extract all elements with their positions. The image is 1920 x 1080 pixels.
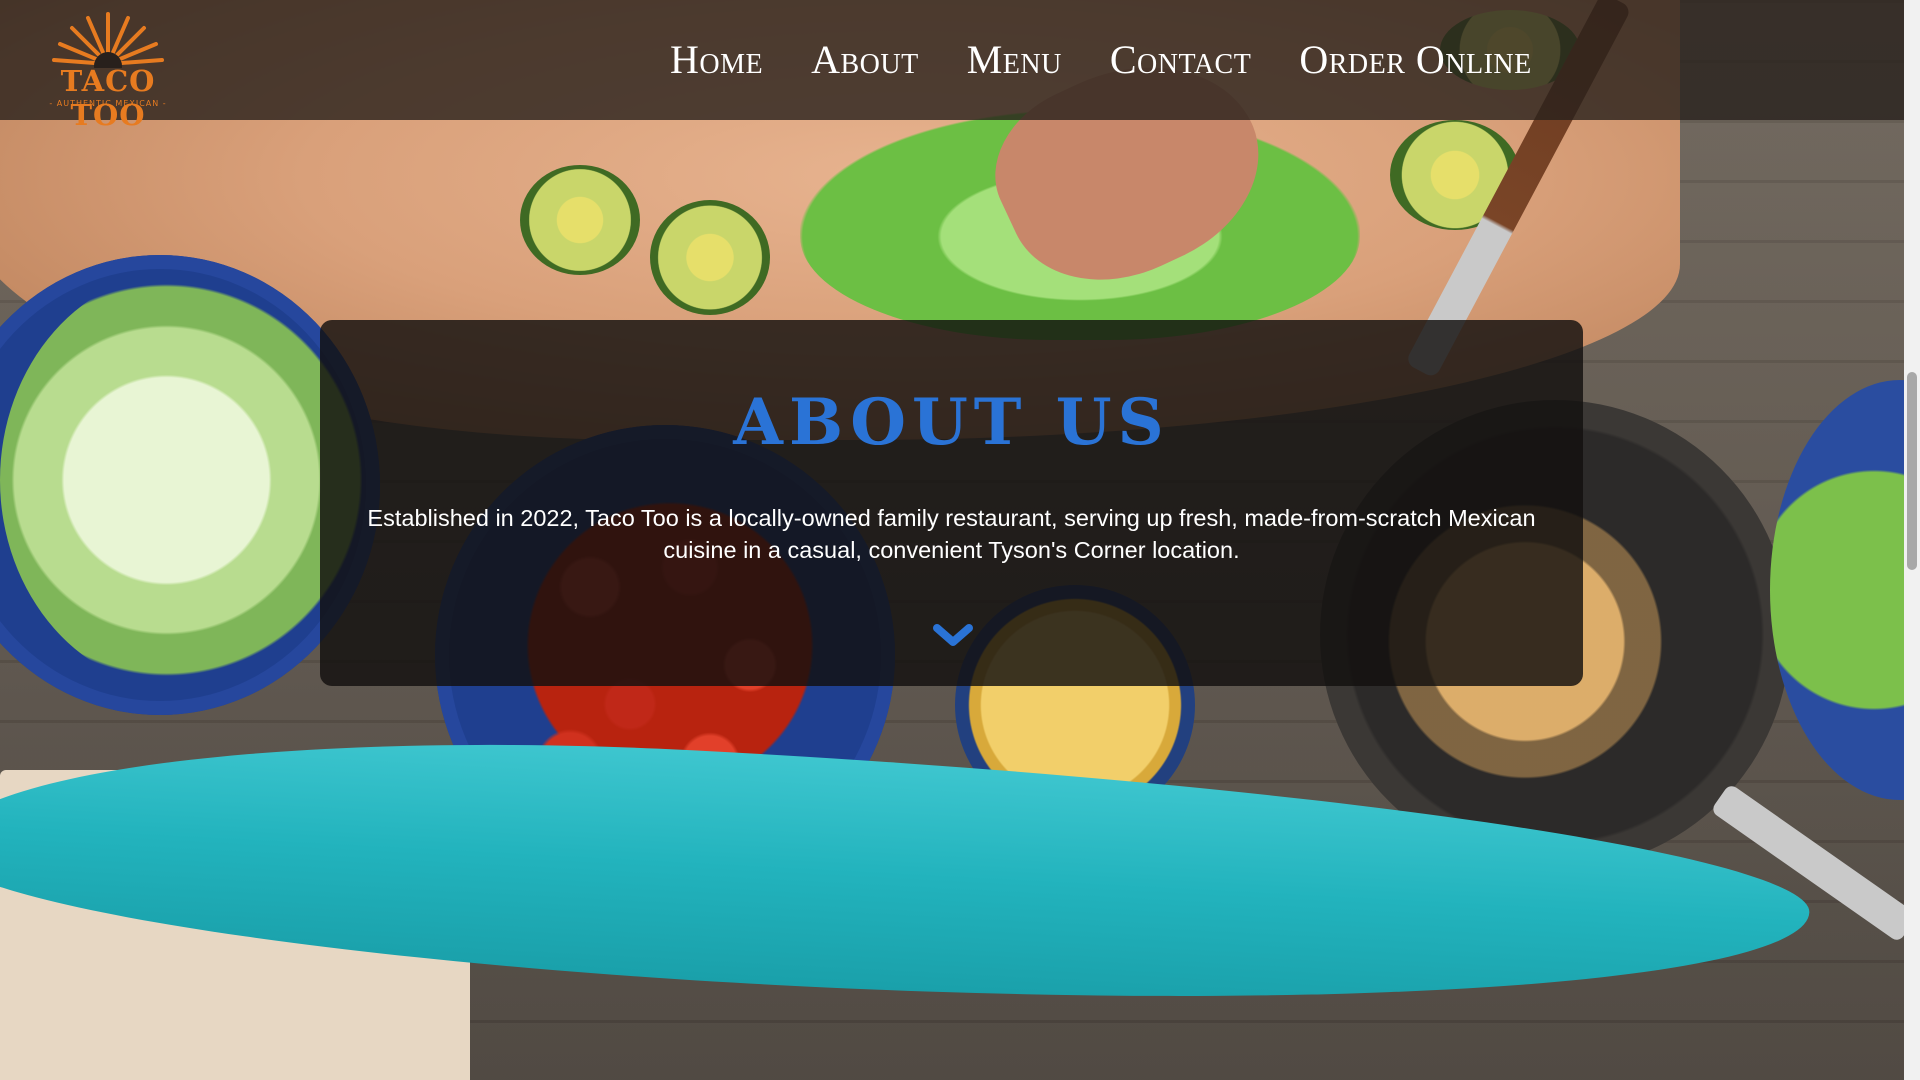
- blue-plate: [1770, 380, 1904, 800]
- scrollbar-thumb[interactable]: [1907, 372, 1917, 570]
- main-nav: Home About Menu Contact Order Online: [670, 30, 1580, 90]
- about-description: Established in 2022, Taco Too is a local…: [367, 504, 1536, 563]
- nav-item-menu[interactable]: Menu: [967, 30, 1062, 90]
- about-title: ABOUT US: [733, 384, 1170, 460]
- avocado: [650, 200, 770, 315]
- chevron-down-icon[interactable]: [931, 620, 975, 650]
- avocado: [520, 165, 640, 275]
- nav-item-order-online[interactable]: Order Online: [1299, 30, 1531, 90]
- page-scrollbar[interactable]: [1904, 0, 1920, 1080]
- brand-name: TACO TOO: [60, 64, 156, 132]
- about-section: ABOUT US Established in 2022, Taco Too i…: [320, 320, 1583, 686]
- nav-item-home[interactable]: Home: [670, 30, 763, 90]
- nav-item-contact[interactable]: Contact: [1110, 30, 1251, 90]
- brand-tagline: - AUTHENTIC MEXICAN -: [49, 99, 167, 108]
- cucumbers: [0, 270, 370, 690]
- sun-icon: [52, 12, 164, 68]
- logo[interactable]: TACO TOO - AUTHENTIC MEXICAN -: [28, 8, 188, 132]
- top-navbar: TACO TOO - AUTHENTIC MEXICAN - Home Abou…: [0, 0, 1904, 132]
- nav-item-about[interactable]: About: [811, 30, 919, 90]
